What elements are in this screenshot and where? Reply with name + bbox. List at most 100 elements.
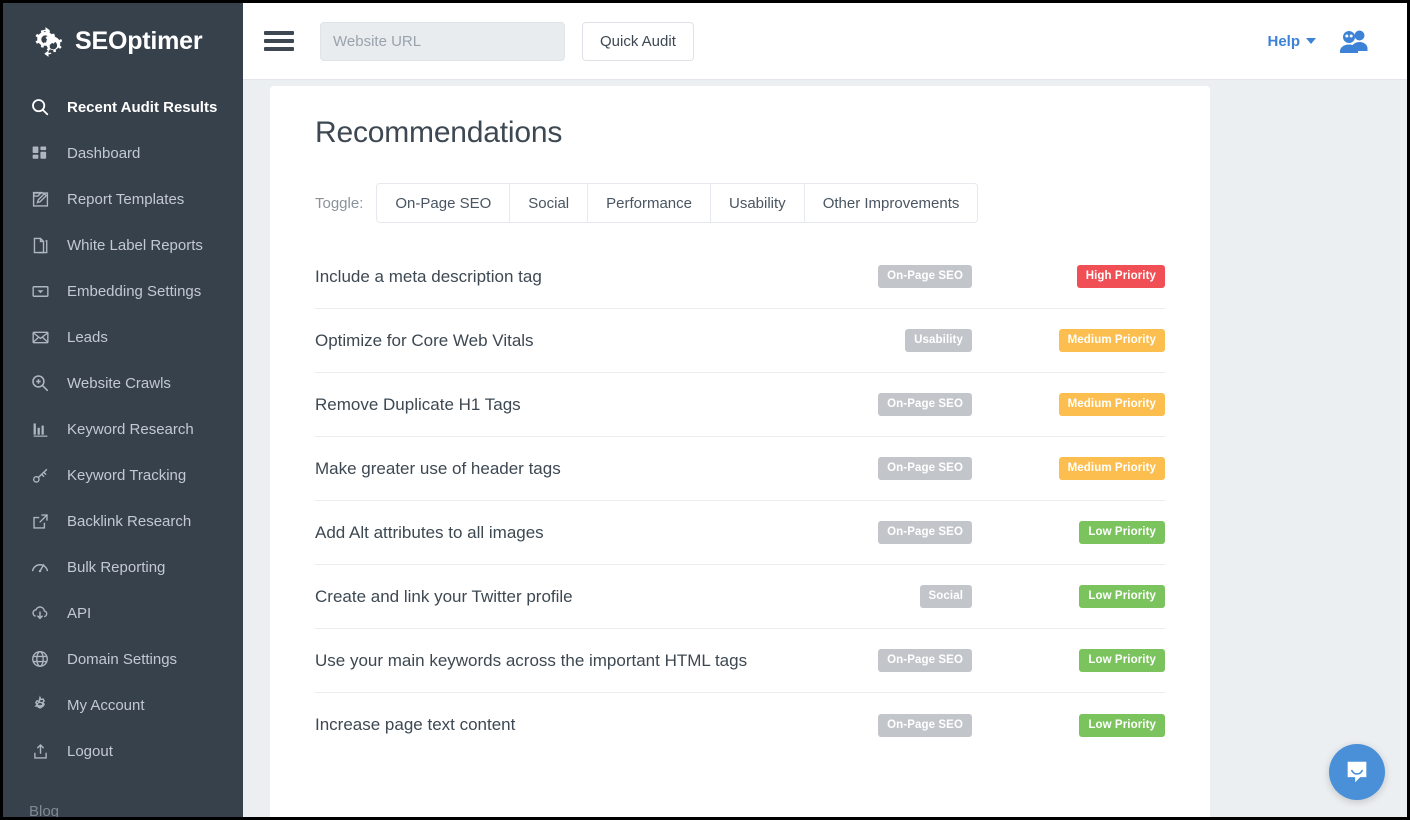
recommendation-priority-cell: Low Priority bbox=[985, 585, 1165, 608]
website-url-input[interactable] bbox=[320, 22, 565, 61]
sidebar-item-label: Keyword Research bbox=[67, 421, 194, 438]
recommendation-title: Optimize for Core Web Vitals bbox=[315, 331, 795, 351]
pencil-square-icon bbox=[29, 188, 51, 210]
recommendation-priority-cell: Low Priority bbox=[985, 714, 1165, 737]
gear-icon bbox=[29, 694, 51, 716]
recommendation-title: Include a meta description tag bbox=[315, 267, 795, 287]
help-label: Help bbox=[1267, 33, 1300, 50]
category-badge: On-Page SEO bbox=[878, 521, 972, 544]
recommendation-category-cell: On-Page SEO bbox=[795, 521, 985, 544]
recommendations-list: Include a meta description tag On-Page SE… bbox=[315, 245, 1165, 757]
sidebar-item-recent-audit-results[interactable]: Recent Audit Results bbox=[3, 84, 243, 130]
recommendation-category-cell: On-Page SEO bbox=[795, 714, 985, 737]
recommendation-row[interactable]: Optimize for Core Web Vitals Usability Med… bbox=[315, 309, 1165, 373]
sidebar-item-label: Website Crawls bbox=[67, 375, 171, 392]
recommendation-row[interactable]: Add Alt attributes to all images On-Page … bbox=[315, 501, 1165, 565]
sidebar-item-report-templates[interactable]: Report Templates bbox=[3, 176, 243, 222]
sidebar-item-api[interactable]: API bbox=[3, 590, 243, 636]
sidebar-item-logout[interactable]: Logout bbox=[3, 728, 243, 774]
category-badge: On-Page SEO bbox=[878, 714, 972, 737]
category-badge: On-Page SEO bbox=[878, 457, 972, 480]
chat-bubble-smile-icon[interactable] bbox=[1329, 744, 1385, 800]
main-content: Recommendations Toggle: On-Page SEO Soci… bbox=[243, 80, 1407, 817]
recommendation-row[interactable]: Use your main keywords across the import… bbox=[315, 629, 1165, 693]
recommendation-category-cell: On-Page SEO bbox=[795, 265, 985, 288]
page-title: Recommendations bbox=[315, 116, 1165, 150]
search-icon bbox=[29, 96, 51, 118]
sidebar-item-leads[interactable]: Leads bbox=[3, 314, 243, 360]
recommendation-category-cell: Social bbox=[795, 585, 985, 608]
toggle-usability[interactable]: Usability bbox=[711, 184, 805, 222]
embed-box-icon bbox=[29, 280, 51, 302]
help-menu[interactable]: Help bbox=[1267, 33, 1316, 50]
category-badge: Usability bbox=[905, 329, 972, 352]
toggle-on-page-seo[interactable]: On-Page SEO bbox=[377, 184, 510, 222]
envelope-icon bbox=[29, 326, 51, 348]
recommendation-row[interactable]: Remove Duplicate H1 TagsOn-Page SEO Mediu… bbox=[315, 373, 1165, 437]
sidebar-item-my-account[interactable]: My Account bbox=[3, 682, 243, 728]
priority-badge: Low Priority bbox=[1079, 714, 1165, 737]
recommendation-priority-cell: Medium Priority bbox=[985, 393, 1165, 416]
quick-audit-button[interactable]: Quick Audit bbox=[582, 22, 694, 61]
recommendation-category-cell: Usability bbox=[795, 329, 985, 352]
recommendation-title: Add Alt attributes to all images bbox=[315, 523, 795, 543]
grid-icon bbox=[29, 142, 51, 164]
brand-logo-area[interactable]: SEOptimer bbox=[3, 3, 243, 80]
gauge-icon bbox=[29, 556, 51, 578]
recommendation-title: Use your main keywords across the import… bbox=[315, 651, 795, 671]
gear-arrow-logo-icon bbox=[29, 24, 65, 60]
recommendation-row[interactable]: Increase page text contentOn-Page SEOLow… bbox=[315, 693, 1165, 757]
priority-badge: Medium Priority bbox=[1059, 393, 1165, 416]
recommendation-title: Make greater use of header tags bbox=[315, 459, 795, 479]
hamburger-bar bbox=[264, 31, 294, 35]
sidebar-item-label: Bulk Reporting bbox=[67, 559, 165, 576]
sidebar-item-backlink-research[interactable]: Backlink Research bbox=[3, 498, 243, 544]
sidebar-item-dashboard[interactable]: Dashboard bbox=[3, 130, 243, 176]
category-badge: On-Page SEO bbox=[878, 649, 972, 672]
toggle-row: Toggle: On-Page SEO Social Performance U… bbox=[315, 183, 1165, 223]
sidebar-item-label: Leads bbox=[67, 329, 108, 346]
key-icon bbox=[29, 464, 51, 486]
recommendation-title: Remove Duplicate H1 Tags bbox=[315, 395, 795, 415]
sidebar-item-label: Embedding Settings bbox=[67, 283, 201, 300]
toggle-button-group: On-Page SEO Social Performance Usability… bbox=[376, 183, 978, 223]
priority-badge: Medium Priority bbox=[1059, 329, 1165, 352]
users-avatar-icon[interactable] bbox=[1338, 28, 1370, 54]
sidebar-item-domain-settings[interactable]: Domain Settings bbox=[3, 636, 243, 682]
sidebar-item-keyword-research[interactable]: Keyword Research bbox=[3, 406, 243, 452]
sidebar-item-label: My Account bbox=[67, 697, 145, 714]
sidebar-item-embedding-settings[interactable]: Embedding Settings bbox=[3, 268, 243, 314]
hamburger-icon[interactable] bbox=[264, 29, 294, 53]
sidebar-item-keyword-tracking[interactable]: Keyword Tracking bbox=[3, 452, 243, 498]
toggle-performance[interactable]: Performance bbox=[588, 184, 711, 222]
category-badge: Social bbox=[920, 585, 972, 608]
recommendation-category-cell: On-Page SEO bbox=[795, 457, 985, 480]
toggle-social[interactable]: Social bbox=[510, 184, 588, 222]
recommendation-row[interactable]: Make greater use of header tags On-Page S… bbox=[315, 437, 1165, 501]
sidebar-item-label: Backlink Research bbox=[67, 513, 191, 530]
priority-badge: Medium Priority bbox=[1059, 457, 1165, 480]
sidebar-item-bulk-reporting[interactable]: Bulk Reporting bbox=[3, 544, 243, 590]
sidebar-item-website-crawls[interactable]: Website Crawls bbox=[3, 360, 243, 406]
sidebar-item-blog[interactable]: Blog bbox=[29, 803, 59, 817]
recommendations-card: Recommendations Toggle: On-Page SEO Soci… bbox=[270, 86, 1210, 817]
recommendation-row[interactable]: Include a meta description tag On-Page SE… bbox=[315, 245, 1165, 309]
sidebar-item-label: Recent Audit Results bbox=[67, 99, 217, 116]
sidebar-item-white-label-reports[interactable]: White Label Reports bbox=[3, 222, 243, 268]
recommendation-category-cell: On-Page SEO bbox=[795, 393, 985, 416]
category-badge: On-Page SEO bbox=[878, 265, 972, 288]
magnifier-plus-icon bbox=[29, 372, 51, 394]
sidebar-nav: Recent Audit Results Dashboard bbox=[3, 80, 243, 774]
recommendation-category-cell: On-Page SEO bbox=[795, 649, 985, 672]
globe-icon bbox=[29, 648, 51, 670]
sidebar-item-label: Domain Settings bbox=[67, 651, 177, 668]
external-link-icon bbox=[29, 510, 51, 532]
bar-chart-icon bbox=[29, 418, 51, 440]
priority-badge: High Priority bbox=[1077, 265, 1165, 288]
toggle-other-improvements[interactable]: Other Improvements bbox=[805, 184, 978, 222]
recommendation-row[interactable]: Create and link your Twitter profile Soci… bbox=[315, 565, 1165, 629]
cloud-download-icon bbox=[29, 602, 51, 624]
sidebar-item-label: Logout bbox=[67, 743, 113, 760]
sidebar-item-label: Keyword Tracking bbox=[67, 467, 186, 484]
recommendation-title: Create and link your Twitter profile bbox=[315, 587, 795, 607]
